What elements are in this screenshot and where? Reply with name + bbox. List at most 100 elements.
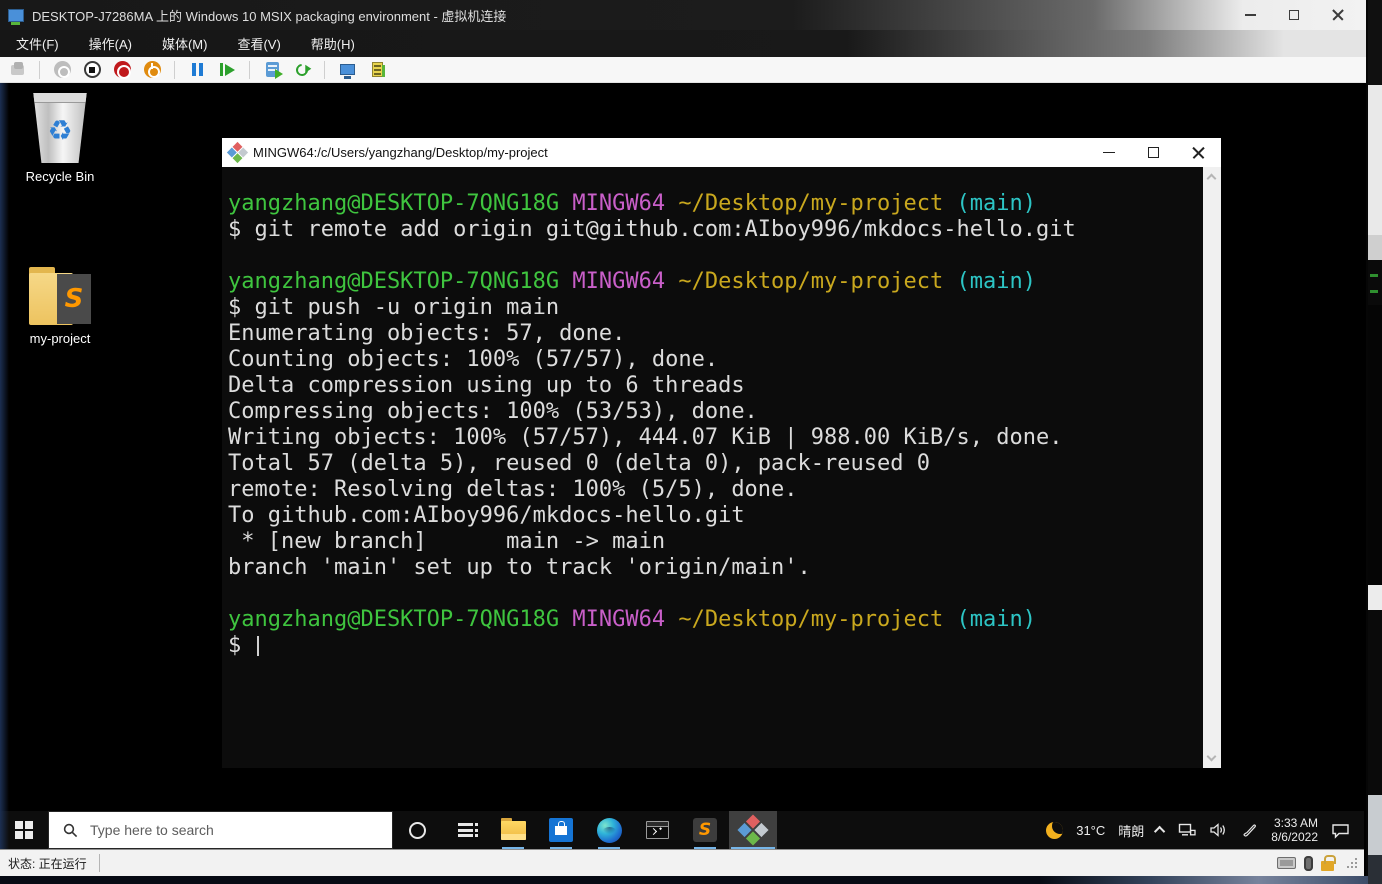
terminal-line: Delta compression using up to 6 threads <box>228 373 1203 399</box>
task-view-button[interactable] <box>441 811 489 849</box>
scroll-down-icon[interactable] <box>1207 752 1217 762</box>
toolbar-separator <box>174 61 175 79</box>
cortana-button[interactable] <box>393 811 441 849</box>
terminal-line: $ <box>228 633 1203 659</box>
network-icon[interactable] <box>1178 822 1196 838</box>
terminal-line: Total 57 (delta 5), reused 0 (delta 0), … <box>228 451 1203 477</box>
search-icon <box>63 823 78 838</box>
mingw64-terminal-window: MINGW64:/c/Users/yangzhang/Desktop/my-pr… <box>222 138 1221 768</box>
shut-down-icon <box>114 61 131 78</box>
system-tray: 31°C 晴朗 <box>1038 811 1364 849</box>
desktop-icon-label: my-project <box>30 331 91 346</box>
save-state-icon <box>144 61 161 78</box>
clock-date: 8/6/2022 <box>1271 830 1318 844</box>
terminal-line <box>228 243 1203 269</box>
start-vm-button[interactable] <box>51 59 73 81</box>
vm-screen: ♻ Recycle Bin S my-project MINGW64:/c/Us… <box>0 83 1364 849</box>
minimize-button[interactable] <box>1228 0 1272 30</box>
microsoft-store-icon <box>549 818 573 842</box>
taskbar-app-edge[interactable] <box>585 811 633 849</box>
search-placeholder: Type here to search <box>90 822 214 838</box>
maximize-button[interactable] <box>1272 0 1316 30</box>
maximize-icon <box>1289 10 1299 20</box>
terminal-titlebar[interactable]: MINGW64:/c/Users/yangzhang/Desktop/my-pr… <box>222 138 1221 167</box>
enhanced-session-icon <box>340 64 355 75</box>
revert-button[interactable] <box>291 59 313 81</box>
project-folder-icon: S <box>29 273 91 325</box>
devices-button[interactable] <box>366 59 388 81</box>
toolbar-separator <box>324 61 325 79</box>
close-icon <box>1192 146 1205 159</box>
recycle-bin-icon: ♻ <box>31 93 89 163</box>
reset-button[interactable] <box>216 59 238 81</box>
taskbar-app-command-prompt[interactable] <box>633 811 681 849</box>
reset-icon <box>220 63 235 76</box>
terminal-line: $ git remote add origin git@github.com:A… <box>228 217 1203 243</box>
terminal-scrollbar[interactable] <box>1203 167 1221 768</box>
minimize-icon <box>1245 14 1256 16</box>
terminal-caption-controls <box>1086 138 1221 167</box>
terminal-line: Counting objects: 100% (57/57), done. <box>228 347 1203 373</box>
scroll-up-icon[interactable] <box>1207 174 1217 184</box>
taskbar-app-sublime-text[interactable]: S <box>681 811 729 849</box>
statusbar: 状态: 正在运行 <box>0 849 1364 876</box>
edge-icon <box>597 818 622 843</box>
menu-help[interactable]: 帮助(H) <box>311 34 355 53</box>
terminal-maximize-button[interactable] <box>1131 138 1176 167</box>
windows-ink-pen-icon[interactable] <box>1241 822 1258 838</box>
weather-moon-icon[interactable] <box>1046 822 1063 839</box>
action-center-icon[interactable] <box>1331 822 1350 839</box>
desktop-icon-recycle-bin[interactable]: ♻ Recycle Bin <box>12 93 108 184</box>
devices-icon <box>372 62 383 77</box>
toolbar-separator <box>249 61 250 79</box>
sublime-text-icon: S <box>693 818 717 842</box>
cortana-icon <box>409 822 426 839</box>
window-titlebar[interactable]: DESKTOP-J7286MA 上的 Windows 10 MSIX packa… <box>0 0 1366 30</box>
ctrl-alt-del-button[interactable] <box>6 59 28 81</box>
taskbar-app-microsoft-store[interactable] <box>537 811 585 849</box>
enhanced-session-button[interactable] <box>336 59 358 81</box>
terminal-line: Writing objects: 100% (57/57), 444.07 Ki… <box>228 425 1203 451</box>
git-bash-icon <box>227 142 248 163</box>
taskbar-app-git-bash[interactable] <box>729 811 777 849</box>
terminal-output[interactable]: yangzhang@DESKTOP-7QNG18G MINGW64 ~/Desk… <box>222 167 1203 768</box>
turn-off-button[interactable] <box>81 59 103 81</box>
host-background-sliver <box>1368 0 1382 884</box>
tray-overflow-icon[interactable] <box>1154 826 1165 837</box>
window-title: DESKTOP-J7286MA 上的 Windows 10 MSIX packa… <box>32 6 506 25</box>
host-taskbar-sliver <box>0 876 1368 884</box>
resize-grip[interactable] <box>1346 857 1358 869</box>
lock-icon <box>1321 861 1334 871</box>
pause-button[interactable] <box>186 59 208 81</box>
terminal-minimize-button[interactable] <box>1086 138 1131 167</box>
shut-down-button[interactable] <box>111 59 133 81</box>
terminal-close-button[interactable] <box>1176 138 1221 167</box>
revert-icon <box>294 61 311 78</box>
taskbar-clock[interactable]: 3:33 AM 8/6/2022 <box>1271 816 1318 844</box>
menu-media[interactable]: 媒体(M) <box>162 34 208 53</box>
close-button[interactable] <box>1316 0 1360 30</box>
terminal-line: * [new branch] main -> main <box>228 529 1203 555</box>
taskbar-app-file-explorer[interactable] <box>489 811 537 849</box>
task-view-icon <box>458 823 473 837</box>
menu-file[interactable]: 文件(F) <box>16 34 59 53</box>
menu-view[interactable]: 查看(V) <box>237 34 280 53</box>
terminal-line: remote: Resolving deltas: 100% (5/5), do… <box>228 477 1203 503</box>
window-caption-controls <box>1228 0 1360 30</box>
checkpoint-button[interactable] <box>261 59 283 81</box>
volume-icon[interactable] <box>1209 822 1228 838</box>
taskbar-search[interactable]: Type here to search <box>48 811 393 849</box>
keyboard-capture-icon <box>1277 857 1296 869</box>
statusbar-separator <box>99 854 100 872</box>
save-state-button[interactable] <box>141 59 163 81</box>
terminal-line: Enumerating objects: 57, done. <box>228 321 1203 347</box>
pause-icon <box>192 63 203 76</box>
terminal-line: Compressing objects: 100% (53/53), done. <box>228 399 1203 425</box>
weather-condition[interactable]: 晴朗 <box>1118 821 1144 840</box>
wallpaper-edge <box>0 83 9 849</box>
sublime-badge-icon: S <box>57 274 91 324</box>
desktop-icon-my-project[interactable]: S my-project <box>12 263 108 346</box>
weather-temperature[interactable]: 31°C <box>1076 823 1105 838</box>
menu-action[interactable]: 操作(A) <box>89 34 132 53</box>
close-icon <box>1332 9 1344 21</box>
